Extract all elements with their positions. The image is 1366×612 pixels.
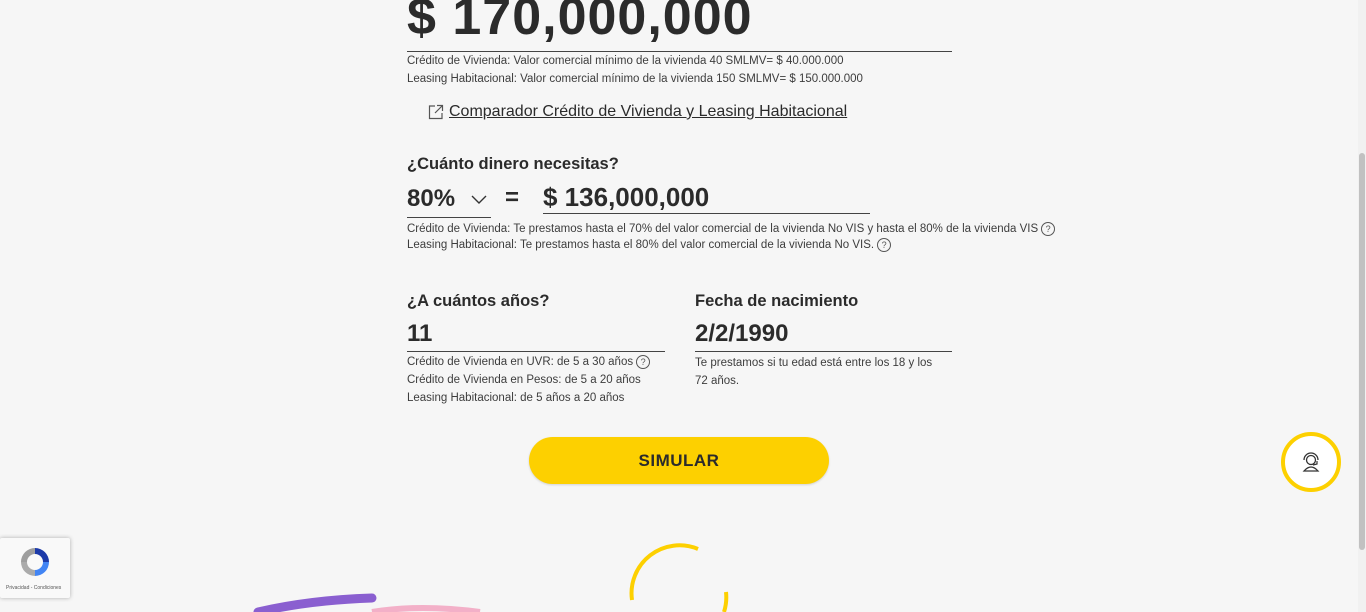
value-note-credito: Crédito de Vivienda: Valor comercial mín… (407, 55, 844, 67)
years-question: ¿A cuántos años? (407, 292, 550, 310)
years-value[interactable]: 11 (407, 320, 432, 348)
equals-sign: = (505, 184, 520, 211)
yellow-ring (629, 543, 729, 612)
birth-note: Te prestamos si tu edad está entre los 1… (695, 357, 933, 387)
loan-note-credito-text: Crédito de Vivienda: Te prestamos hasta … (407, 223, 1039, 235)
simulator-page: $ 170,000,000 Crédito de Vivienda: Valor… (0, 0, 1366, 612)
recaptcha-logo-icon (21, 548, 49, 576)
support-agent-icon (1302, 452, 1320, 472)
help-icon[interactable]: ? (1041, 221, 1056, 236)
purple-arc (253, 593, 377, 612)
simular-button[interactable]: SIMULAR (529, 437, 829, 484)
loan-note-leasing: Leasing Habitacional: Te prestamos hasta… (407, 237, 892, 253)
loan-amount[interactable]: $ 136,000,000 (543, 182, 709, 213)
pink-arc (371, 605, 481, 612)
external-link-icon (428, 104, 444, 120)
birth-title: Fecha de nacimiento (695, 292, 859, 310)
years-note-pesos: Crédito de Vivienda en Pesos: de 5 a 20 … (407, 374, 641, 386)
comparador-label: Comparador Crédito de Vivienda y Leasing… (449, 103, 848, 120)
recaptcha-text[interactable]: Privacidad - Condiciones (6, 585, 61, 591)
chevron-down-icon (471, 195, 487, 204)
help-icon[interactable]: ? (636, 354, 651, 369)
help-icon[interactable]: ? (877, 237, 892, 252)
loan-note-leasing-text: Leasing Habitacional: Te prestamos hasta… (407, 239, 875, 251)
percent-select[interactable]: 80% (407, 181, 491, 218)
birth-date-value[interactable]: 2/2/1990 (695, 320, 788, 348)
years-underline (407, 351, 665, 352)
loan-amount-underline (543, 213, 870, 214)
loan-note-credito: Crédito de Vivienda: Te prestamos hasta … (407, 221, 1056, 237)
birth-underline (695, 351, 952, 352)
property-value-underline (407, 51, 952, 52)
years-note-uvr: Crédito de Vivienda en UVR: de 5 a 30 añ… (407, 354, 651, 370)
percent-value: 80% (407, 185, 456, 212)
loan-question: ¿Cuánto dinero necesitas? (407, 155, 619, 173)
property-value[interactable]: $ 170,000,000 (407, 0, 753, 52)
scrollbar[interactable] (1358, 0, 1366, 612)
years-note-uvr-text: Crédito de Vivienda en UVR: de 5 a 30 añ… (407, 356, 634, 368)
years-note-leasing: Leasing Habitacional: de 5 años a 20 año… (407, 392, 625, 404)
recaptcha-badge[interactable]: Privacidad - Condiciones (0, 538, 70, 598)
decorative-shapes (253, 543, 729, 612)
value-note-leasing: Leasing Habitacional: Valor comercial mí… (407, 73, 863, 85)
scrollbar-thumb[interactable] (1359, 153, 1365, 550)
chat-button[interactable] (1281, 432, 1341, 492)
comparador-link[interactable]: Comparador Crédito de Vivienda y Leasing… (427, 103, 847, 121)
